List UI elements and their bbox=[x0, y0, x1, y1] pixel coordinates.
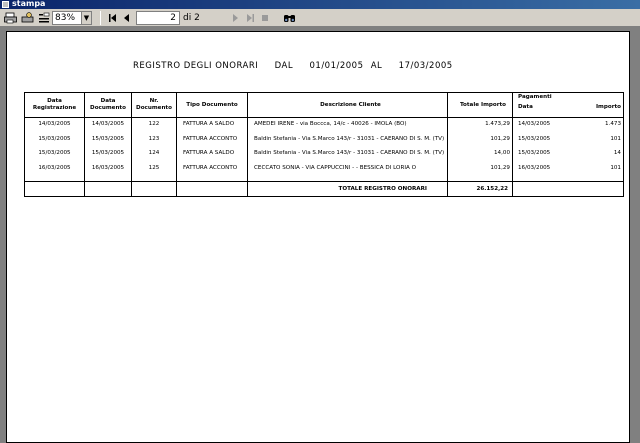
dal-label: DAL bbox=[274, 61, 294, 71]
cell-totale-importo: 1.473,29 101,29 14,00 101,29 bbox=[447, 116, 513, 183]
cell-value: FATTURA ACCONTO bbox=[183, 135, 238, 142]
report-page: REGISTRO DEGLI ONORARI DAL 01/01/2005 AL… bbox=[6, 31, 630, 443]
cell-value: CECCATO SONIA - VIA CAPPUCCINI - - BESSI… bbox=[254, 164, 416, 171]
app-icon bbox=[2, 1, 9, 8]
cell-value: 16/03/2005 bbox=[91, 164, 125, 171]
col-pagamenti: Pagamenti Data Importo bbox=[512, 92, 624, 118]
header-label: Data bbox=[518, 104, 533, 110]
header-label: Data bbox=[47, 98, 62, 104]
al-label: AL bbox=[370, 61, 383, 71]
cell-value: 16/03/2005 bbox=[38, 164, 71, 171]
cell-value: Baldin Stefania - Via S.Marco 143/r - 31… bbox=[254, 135, 445, 142]
header-label: Documento bbox=[136, 105, 172, 111]
table-row: 14/03/2005 15/03/2005 15/03/2005 16/03/2… bbox=[24, 116, 624, 183]
preview-workspace[interactable]: REGISTRO DEGLI ONORARI DAL 01/01/2005 AL… bbox=[0, 27, 640, 443]
empty-cell bbox=[84, 181, 132, 198]
empty-cell bbox=[24, 181, 85, 198]
print-icon[interactable] bbox=[3, 11, 17, 25]
header-label: Tipo Documento bbox=[186, 101, 238, 108]
setup-icon[interactable] bbox=[20, 11, 34, 25]
cell-value: 14 bbox=[613, 150, 621, 157]
header-label: Totale Importo bbox=[459, 101, 507, 108]
cell-value: AMEDEI IRENE - via Boccca, 14/c - 40026 … bbox=[254, 121, 407, 127]
table-header-row: Data Registrazione Data Documento Nr. Do… bbox=[24, 92, 624, 118]
cell-tipo-documento: FATTURA A SALDO FATTURA ACCONTO FATTURA … bbox=[176, 116, 248, 183]
total-label: TOTALE REGISTRO ONORARI bbox=[247, 181, 448, 198]
cell-value: 15/03/2005 bbox=[38, 135, 71, 142]
date-to: 17/03/2005 bbox=[398, 61, 453, 71]
page-input[interactable]: 2 bbox=[136, 11, 180, 25]
fit-page-icon[interactable] bbox=[37, 11, 51, 25]
cell-value: 14/03/2005 bbox=[38, 121, 71, 127]
stop-icon[interactable] bbox=[258, 11, 272, 25]
col-data-documento: Data Documento bbox=[84, 92, 132, 118]
cell-value: 14/03/2005 bbox=[518, 121, 551, 127]
header-label: Documento bbox=[90, 105, 126, 111]
cell-value: FATTURA A SALDO bbox=[183, 121, 235, 127]
cell-value: 101,29 bbox=[490, 135, 510, 142]
cell-value: 125 bbox=[148, 164, 160, 171]
cell-value: 15/03/2005 bbox=[38, 150, 71, 157]
cell-descrizione: AMEDEI IRENE - via Boccca, 14/c - 40026 … bbox=[247, 116, 448, 183]
cell-value: 101 bbox=[610, 164, 621, 171]
cell-value: FATTURA A SALDO bbox=[183, 150, 235, 157]
window-title: stampa bbox=[12, 0, 46, 8]
cell-value: 1.473 bbox=[604, 121, 621, 127]
register-table: Data Registrazione Data Documento Nr. Do… bbox=[24, 92, 624, 198]
zoom-select[interactable]: 83% ▼ bbox=[52, 11, 92, 25]
cell-value: 15/03/2005 bbox=[91, 135, 125, 142]
cell-value: 101,29 bbox=[490, 164, 510, 171]
last-page-icon[interactable] bbox=[243, 11, 257, 25]
cell-value: Baldin Stefania - Via S.Marco 143/r - 31… bbox=[254, 150, 445, 157]
next-page-icon[interactable] bbox=[228, 11, 242, 25]
total-row: TOTALE REGISTRO ONORARI 26.152,22 bbox=[24, 181, 624, 198]
cell-value: 123 bbox=[148, 135, 160, 142]
cell-value: 16/03/2005 bbox=[518, 164, 551, 171]
header-label: Descrizione Cliente bbox=[320, 101, 381, 108]
cell-value: 15/03/2005 bbox=[518, 135, 551, 142]
cell-value: FATTURA ACCONTO bbox=[183, 164, 238, 171]
header-label: Importo bbox=[595, 104, 621, 110]
toolbar: 83% ▼ 2 di 2 bbox=[0, 9, 640, 27]
cell-value: 124 bbox=[148, 150, 160, 157]
cell-nr-documento: 122 123 124 125 bbox=[131, 116, 177, 183]
zoom-value: 83% bbox=[55, 13, 76, 23]
chevron-down-icon[interactable]: ▼ bbox=[81, 12, 91, 24]
cell-value: 1.473,29 bbox=[485, 121, 510, 127]
cell-value: 101 bbox=[610, 135, 621, 142]
col-nr-documento: Nr. Documento bbox=[131, 92, 177, 118]
total-value: 26.152,22 bbox=[447, 181, 513, 198]
empty-cell bbox=[512, 181, 624, 198]
col-data-registrazione: Data Registrazione bbox=[24, 92, 85, 118]
empty-cell bbox=[176, 181, 248, 198]
report-title: REGISTRO DEGLI ONORARI bbox=[133, 61, 259, 71]
cell-pagamenti: 14/03/2005 1.473 15/03/2005 101 15/03/2005… bbox=[512, 116, 624, 183]
page-of-label: di 2 bbox=[183, 13, 200, 23]
cell-value: 15/03/2005 bbox=[91, 150, 125, 157]
date-from: 01/01/2005 bbox=[309, 61, 364, 71]
cell-value: 122 bbox=[148, 121, 160, 127]
col-descrizione: Descrizione Cliente bbox=[247, 92, 448, 118]
title-bar: stampa bbox=[0, 0, 640, 9]
empty-cell bbox=[131, 181, 177, 198]
report-header: REGISTRO DEGLI ONORARI DAL 01/01/2005 AL… bbox=[133, 61, 453, 71]
cell-value: 15/03/2005 bbox=[518, 150, 551, 157]
prev-page-icon[interactable] bbox=[120, 11, 134, 25]
cell-data-documento: 14/03/2005 15/03/2005 15/03/2005 16/03/2… bbox=[84, 116, 132, 183]
find-icon[interactable] bbox=[282, 11, 296, 25]
header-label: Pagamenti bbox=[518, 94, 552, 100]
cell-data-registrazione: 14/03/2005 15/03/2005 15/03/2005 16/03/2… bbox=[24, 116, 85, 183]
cell-value: 14/03/2005 bbox=[91, 121, 125, 127]
header-label: Registrazione bbox=[32, 105, 77, 111]
header-label: Nr. bbox=[149, 98, 159, 104]
cell-value: 14,00 bbox=[493, 150, 510, 157]
col-totale-importo: Totale Importo bbox=[447, 92, 513, 118]
header-label: Data bbox=[100, 98, 116, 104]
toolbar-separator bbox=[100, 11, 101, 25]
col-tipo-documento: Tipo Documento bbox=[176, 92, 248, 118]
first-page-icon[interactable] bbox=[106, 11, 120, 25]
